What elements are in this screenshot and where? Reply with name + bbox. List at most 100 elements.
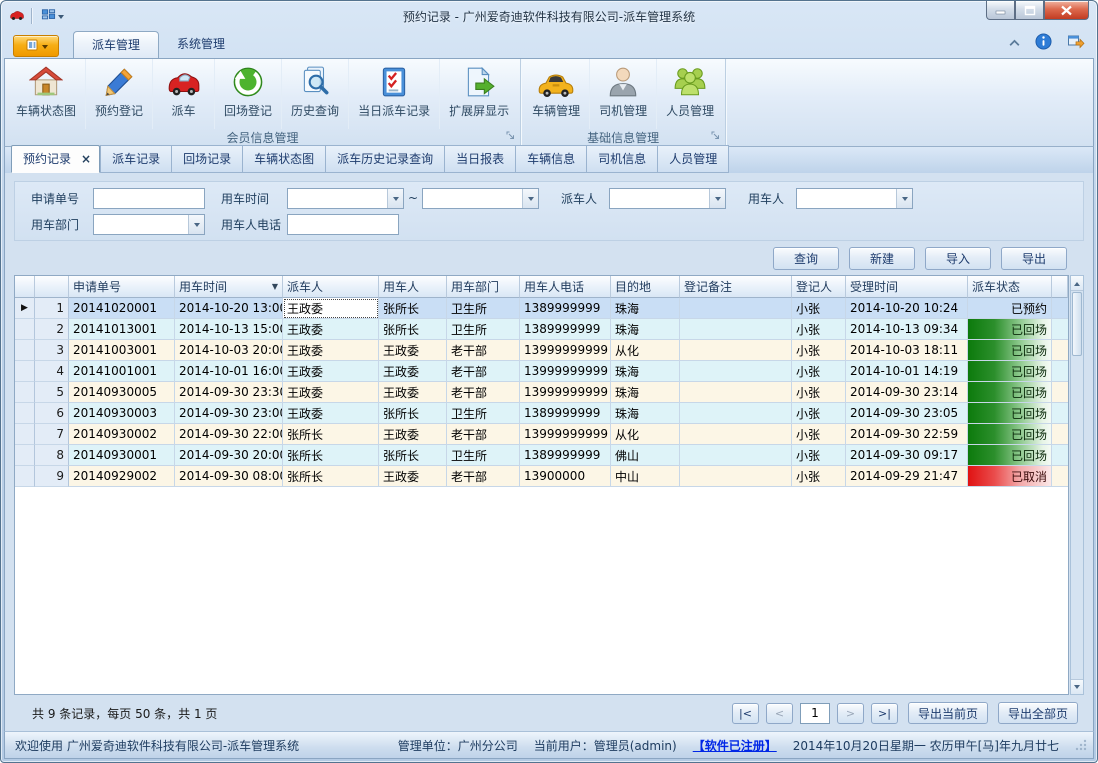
table-row[interactable]: 9201409290022014-09-30 08:00张所长王政委老干部139… [15,466,1068,487]
new-button[interactable]: 新建 [849,247,915,270]
column-header-用车部门[interactable]: 用车部门 [447,276,520,298]
column-header-目的地[interactable]: 目的地 [611,276,680,298]
row-indicator[interactable] [15,361,35,382]
next-page-button[interactable]: > [837,703,864,724]
info-icon[interactable] [1035,33,1052,53]
cell-accept_time[interactable]: 2014-10-01 14:19 [846,361,968,382]
cell-accept_time[interactable]: 2014-10-20 10:24 [846,298,968,319]
doc-tab-回场记录[interactable]: 回场记录 [172,145,243,173]
cell-apply_no[interactable]: 20140930001 [69,445,175,466]
close-tab-icon[interactable]: × [81,152,91,166]
cell-phone[interactable]: 1389999999 [520,298,611,319]
dispatch-status-badge[interactable]: 已取消 [968,466,1052,487]
row-number[interactable]: 7 [35,424,69,445]
cell-registrar[interactable]: 小张 [792,445,846,466]
cell-department[interactable]: 老干部 [447,382,520,403]
page-number-input[interactable] [800,703,830,724]
row-number[interactable]: 5 [35,382,69,403]
table-row[interactable]: ▶1201410200012014-10-20 13:00王政委张所长卫生所13… [15,298,1068,319]
cell-accept_time[interactable]: 2014-09-30 22:59 [846,424,968,445]
close-button[interactable] [1044,1,1089,20]
cell-dispatcher[interactable]: 张所长 [283,445,379,466]
import-button[interactable]: 导入 [925,247,991,270]
row-number[interactable]: 4 [35,361,69,382]
cell-registrar[interactable]: 小张 [792,319,846,340]
cell-accept_time[interactable]: 2014-09-30 23:14 [846,382,968,403]
ribbon-button-预约登记[interactable]: 预约登记 [85,59,152,129]
cell-dispatcher[interactable]: 王政委 [283,382,379,403]
row-indicator[interactable] [15,340,35,361]
row-number[interactable]: 3 [35,340,69,361]
cell-apply_no[interactable]: 20140930005 [69,382,175,403]
dispatch-status-badge[interactable]: 已预约 [968,298,1052,319]
cell-use_time[interactable]: 2014-10-20 13:00 [175,298,283,319]
row-indicator-header[interactable] [15,276,35,298]
cell-remark[interactable] [680,403,792,424]
license-link[interactable]: 【软件已注册】 [693,737,777,754]
column-header-申请单号[interactable]: 申请单号 [69,276,175,298]
cell-dispatcher[interactable]: 王政委 [283,340,379,361]
first-page-button[interactable]: |< [732,703,759,724]
ribbon-tab-系统管理[interactable]: 系统管理 [159,31,243,58]
cell-department[interactable]: 卫生所 [447,298,520,319]
cell-destination[interactable]: 佛山 [611,445,680,466]
cell-dispatcher[interactable]: 王政委 [283,298,379,319]
dialog-launcher-icon[interactable] [506,129,515,143]
scrollbar-thumb[interactable] [1072,292,1082,356]
dispatch-status-badge[interactable]: 已回场 [968,424,1052,445]
ribbon-button-人员管理[interactable]: 人员管理 [656,59,723,129]
column-header-用车时间[interactable]: 用车时间▼ [175,276,283,298]
row-indicator[interactable] [15,319,35,340]
cell-registrar[interactable]: 小张 [792,382,846,403]
cell-registrar[interactable]: 小张 [792,298,846,319]
cell-user[interactable]: 王政委 [379,340,447,361]
cell-phone[interactable]: 1389999999 [520,319,611,340]
dispatch-status-badge[interactable]: 已回场 [968,340,1052,361]
ribbon-button-当日派车记录[interactable]: 当日派车记录 [348,59,439,129]
cell-registrar[interactable]: 小张 [792,403,846,424]
chevron-down-icon[interactable] [709,189,725,208]
ribbon-button-车辆状态图[interactable]: 车辆状态图 [7,59,85,129]
cell-remark[interactable] [680,466,792,487]
dispatch-status-badge[interactable]: 已回场 [968,361,1052,382]
cell-destination[interactable]: 从化 [611,340,680,361]
cell-phone[interactable]: 1389999999 [520,445,611,466]
cell-dispatcher[interactable]: 张所长 [283,424,379,445]
cell-use_time[interactable]: 2014-09-30 23:00 [175,403,283,424]
cell-use_time[interactable]: 2014-09-30 08:00 [175,466,283,487]
column-header-用车人电话[interactable]: 用车人电话 [520,276,611,298]
switch-window-icon[interactable] [1066,32,1085,53]
chevron-down-icon[interactable] [522,189,538,208]
prev-page-button[interactable]: < [766,703,793,724]
dispatcher-combo[interactable] [609,188,726,209]
filler-header[interactable] [1052,276,1068,298]
cell-department[interactable]: 老干部 [447,361,520,382]
apply-no-input[interactable] [93,188,205,209]
query-button[interactable]: 查询 [773,247,839,270]
cell-department[interactable]: 老干部 [447,466,520,487]
cell-use_time[interactable]: 2014-10-01 16:00 [175,361,283,382]
ribbon-button-历史查询[interactable]: 历史查询 [281,59,348,129]
cell-accept_time[interactable]: 2014-09-29 21:47 [846,466,968,487]
cell-destination[interactable]: 珠海 [611,298,680,319]
cell-registrar[interactable]: 小张 [792,361,846,382]
cell-registrar[interactable]: 小张 [792,466,846,487]
cell-phone[interactable]: 1389999999 [520,403,611,424]
cell-dispatcher[interactable]: 王政委 [283,403,379,424]
column-header-登记人[interactable]: 登记人 [792,276,846,298]
row-indicator[interactable] [15,403,35,424]
row-number[interactable]: 1 [35,298,69,319]
minimize-button[interactable] [986,1,1015,20]
table-row[interactable]: 5201409300052014-09-30 23:30王政委王政委老干部139… [15,382,1068,403]
cell-user[interactable]: 王政委 [379,382,447,403]
use-time-from-combo[interactable] [287,188,404,209]
cell-user[interactable]: 张所长 [379,403,447,424]
cell-remark[interactable] [680,382,792,403]
ribbon-button-回场登记[interactable]: 回场登记 [214,59,281,129]
table-row[interactable]: 7201409300022014-09-30 22:00张所长王政委老干部139… [15,424,1068,445]
column-header-派车人[interactable]: 派车人 [283,276,379,298]
cell-user[interactable]: 王政委 [379,424,447,445]
row-indicator[interactable] [15,424,35,445]
row-indicator[interactable] [15,445,35,466]
cell-phone[interactable]: 13999999999 [520,361,611,382]
